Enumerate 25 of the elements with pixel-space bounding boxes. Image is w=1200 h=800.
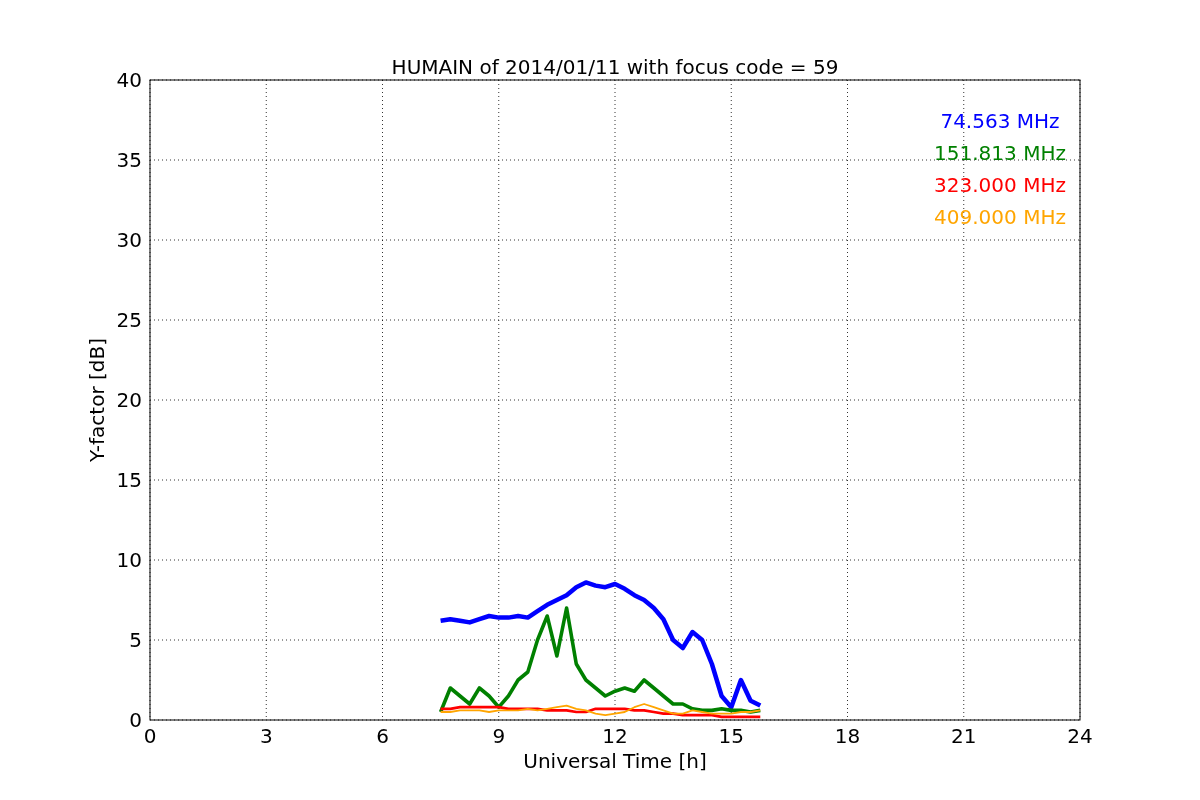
x-tick-label: 6	[376, 724, 389, 748]
x-tick-label: 21	[951, 724, 977, 748]
legend-label: 409.000 MHz	[934, 205, 1066, 229]
y-tick-label: 5	[129, 628, 142, 652]
x-tick-label: 9	[492, 724, 506, 748]
y-axis-label: Y-factor [dB]	[85, 338, 109, 462]
legend-label: 151.813 MHz	[934, 141, 1066, 165]
x-axis-label: Universal Time [h]	[523, 749, 707, 773]
y-tick-label: 40	[116, 68, 142, 92]
x-tick-label: 15	[718, 724, 744, 748]
legend-label: 74.563 MHz	[940, 109, 1060, 133]
x-tick-label: 3	[259, 724, 273, 748]
y-tick-label: 30	[116, 228, 142, 252]
chart-title: HUMAIN of 2014/01/11 with focus code = 59	[391, 55, 839, 79]
y-tick-label: 15	[116, 468, 142, 492]
x-tick-label: 18	[834, 724, 861, 748]
legend-label: 323.000 MHz	[934, 173, 1066, 197]
x-tick-label: 12	[602, 724, 628, 748]
y-tick-label: 20	[116, 388, 142, 412]
y-tick-label: 25	[116, 308, 142, 332]
y-tick-label: 35	[116, 148, 142, 172]
x-tick-label: 0	[143, 724, 157, 748]
x-tick-label: 24	[1067, 724, 1093, 748]
y-tick-label: 0	[129, 708, 142, 732]
y-tick-label: 10	[116, 548, 142, 572]
